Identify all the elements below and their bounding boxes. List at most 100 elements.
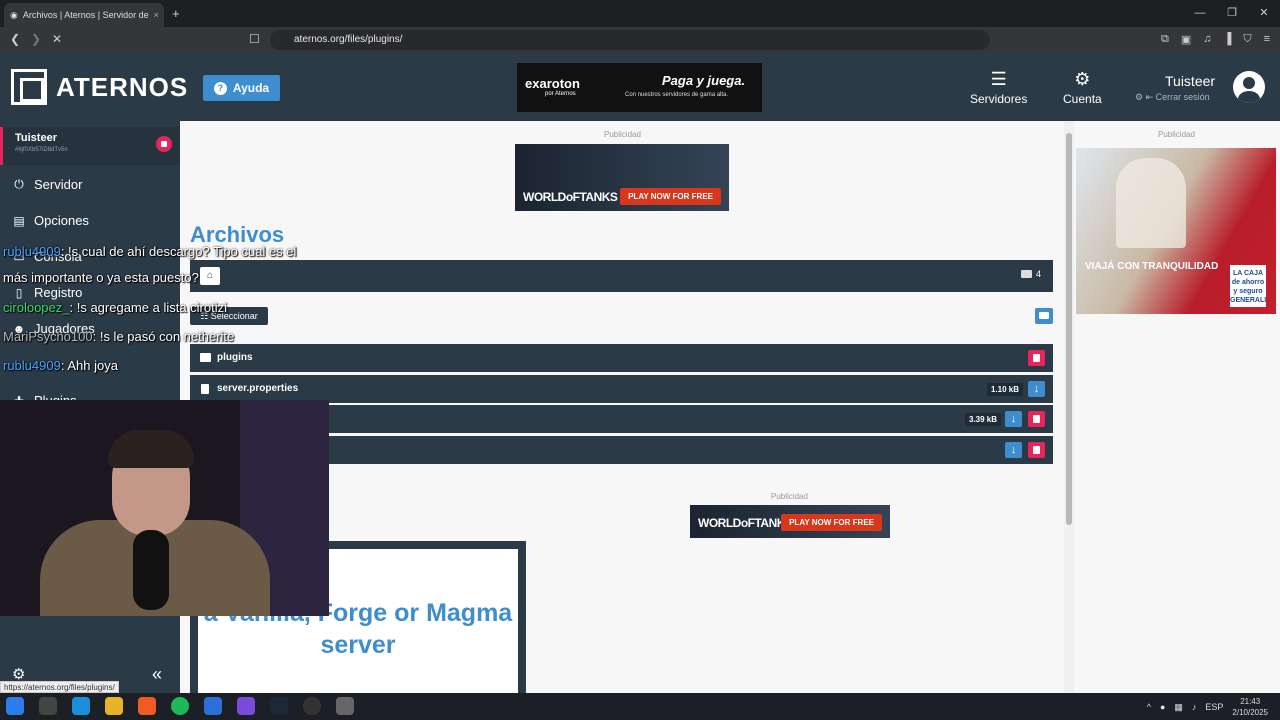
mic-icon[interactable]: ●: [1160, 702, 1165, 712]
file-size: 1.10 kB: [987, 383, 1024, 396]
browser-tab[interactable]: ◉ Archivos | Aternos | Servidor de ×: [4, 3, 164, 27]
power-icon: ⏻: [14, 177, 24, 191]
server-stack-icon: ☰: [990, 69, 1007, 89]
new-tab-button[interactable]: +: [172, 6, 180, 21]
chat-message: más importante o ya esta puesto?: [3, 270, 199, 285]
right-ad-text: VIAJÁ CON TRANQUILIDAD: [1085, 261, 1219, 272]
brave-icon[interactable]: [138, 697, 156, 715]
shield-icon[interactable]: ⛉: [1243, 33, 1251, 46]
maximize-button[interactable]: ❐: [1216, 0, 1248, 27]
home-icon[interactable]: ⌂: [200, 267, 220, 285]
url-field[interactable]: aternos.org/files/plugins/: [270, 30, 990, 50]
scrollbar-thumb[interactable]: [1066, 133, 1072, 525]
forward-icon[interactable]: ❯: [31, 32, 41, 46]
menu-icon[interactable]: ≡: [1264, 33, 1270, 46]
download-button[interactable]: [1005, 411, 1022, 427]
ad-label: Publicidad: [604, 130, 641, 139]
right-ad-label: Publicidad: [1158, 130, 1195, 139]
logo-text: ATERNOS: [56, 71, 189, 102]
clock[interactable]: 21:43 2/10/2025: [1232, 696, 1268, 718]
file-row[interactable]: plugins: [190, 344, 1053, 372]
logout-link[interactable]: ⚙ ⇤ Cerrar sesión: [1135, 92, 1215, 103]
delete-button[interactable]: [1028, 411, 1045, 427]
webcam-person-hair: [108, 430, 194, 468]
folder-icon: [200, 353, 211, 362]
right-ad[interactable]: VIAJÁ CON TRANQUILIDAD LA CAJA de ahorro…: [1076, 148, 1276, 314]
reload-icon[interactable]: ✕: [52, 32, 62, 46]
download-button[interactable]: [1005, 442, 1022, 458]
sidebar-icon[interactable]: ▐: [1224, 33, 1232, 46]
download-button[interactable]: [1028, 381, 1045, 397]
wot-cta: PLAY NOW FOR FREE: [620, 188, 721, 205]
back-icon[interactable]: ❮: [10, 32, 20, 46]
network-icon[interactable]: ▦: [1174, 702, 1183, 713]
browser-toolbar-icons: ⧉ ▣ ♫ ▐ ⛉ ≡: [1161, 33, 1270, 46]
explorer-icon[interactable]: [105, 697, 123, 715]
search-icon[interactable]: [39, 697, 57, 715]
delete-button[interactable]: [1028, 350, 1045, 366]
minimize-button[interactable]: —: [1184, 0, 1216, 27]
status-url: https://aternos.org/files/plugins/: [0, 681, 119, 693]
servers-nav[interactable]: ☰ Servidores: [970, 69, 1027, 106]
help-label: Ayuda: [232, 81, 270, 95]
avatar[interactable]: [1233, 71, 1265, 103]
file-row[interactable]: server.properties 1.10 kB: [190, 375, 1053, 403]
sidebar-item-registro[interactable]: ▯ Registro: [12, 285, 83, 300]
app-icon[interactable]: [204, 697, 222, 715]
path-bar: ⌂ 4: [190, 260, 1053, 292]
bookmark-icon[interactable]: ☐: [249, 32, 260, 46]
volume-icon[interactable]: ♪: [1192, 702, 1197, 712]
wallet-icon[interactable]: ▣: [1181, 33, 1191, 46]
language-indicator[interactable]: ESP: [1205, 702, 1223, 712]
chevron-up-icon[interactable]: ^: [1147, 702, 1151, 712]
server-status-icon: [156, 136, 172, 152]
sidebar-item-servidor[interactable]: ⏻ Servidor: [12, 177, 82, 192]
ad-headline: Paga y juega.: [662, 73, 746, 88]
account-nav[interactable]: ⚙ Cuenta: [1063, 69, 1102, 106]
window-controls: — ❐ ✕: [1184, 0, 1280, 27]
question-icon: ?: [213, 81, 227, 95]
chat-message: rublu4909: Ahh joya: [3, 358, 118, 373]
spotify-icon[interactable]: [171, 697, 189, 715]
server-card[interactable]: Tuisteer #6jf0Xb57iD8dTv5n: [0, 127, 180, 165]
tab-close-icon[interactable]: ×: [154, 10, 159, 20]
file-size: 3.39 kB: [965, 413, 1002, 426]
file-name: plugins: [217, 352, 253, 363]
discord-icon[interactable]: [237, 697, 255, 715]
folder-count: 4: [1020, 269, 1041, 279]
logo-icon: [11, 69, 47, 105]
options-icon: ▤: [13, 213, 25, 228]
close-window-button[interactable]: ✕: [1248, 0, 1280, 27]
tab-title: Archivos | Aternos | Servidor de: [22, 10, 149, 20]
aternos-logo[interactable]: ATERNOS: [11, 69, 188, 105]
help-button[interactable]: ? Ayuda: [203, 75, 280, 101]
media-icon[interactable]: ♫: [1203, 33, 1211, 46]
steam-icon[interactable]: [270, 697, 288, 715]
edge-icon[interactable]: [72, 697, 90, 715]
address-bar-row: ❮ ❯ ✕ ☐ aternos.org/files/plugins/ ⧉ ▣ ♫…: [0, 27, 1280, 53]
sidebar-item-opciones[interactable]: ▤ Opciones: [12, 213, 89, 228]
collapse-sidebar-icon[interactable]: «: [152, 664, 162, 685]
username: Tuisteer: [1165, 73, 1216, 89]
webcam-overlay: [0, 400, 329, 616]
app-icon[interactable]: [336, 697, 354, 715]
wot-banner-bottom[interactable]: WORLDoFTANKS PLAY NOW FOR FREE: [690, 505, 890, 538]
servers-label: Servidores: [970, 92, 1028, 106]
system-tray: ^ ● ▦ ♪ ESP 21:43 2/10/2025: [1147, 696, 1268, 718]
chat-message: MariPsycho100: !s le pasó con netherite: [3, 329, 235, 344]
wot-banner-top[interactable]: WORLDoFTANKS PLAY NOW FOR FREE: [515, 144, 729, 211]
folder-icon: [1020, 270, 1032, 278]
favicon-icon: ◉: [10, 9, 18, 20]
delete-button[interactable]: [1028, 442, 1045, 458]
file-name: server.properties: [217, 383, 299, 394]
ad-label: Publicidad: [771, 492, 808, 501]
exaroton-ad[interactable]: exaroton por Aternos Paga y juega. Con nu…: [517, 63, 762, 112]
site-header: ATERNOS ? Ayuda exaroton por Aternos Paga…: [0, 53, 1280, 121]
new-folder-button[interactable]: [1035, 308, 1053, 324]
extensions-icon[interactable]: ⧉: [1161, 33, 1169, 46]
wot-logo: WORLDoFTANKS: [523, 190, 618, 204]
wot-cta: PLAY NOW FOR FREE: [781, 514, 882, 531]
windows-start-icon[interactable]: [6, 697, 24, 715]
obs-icon[interactable]: [303, 697, 321, 715]
scrollbar[interactable]: [1064, 121, 1074, 693]
